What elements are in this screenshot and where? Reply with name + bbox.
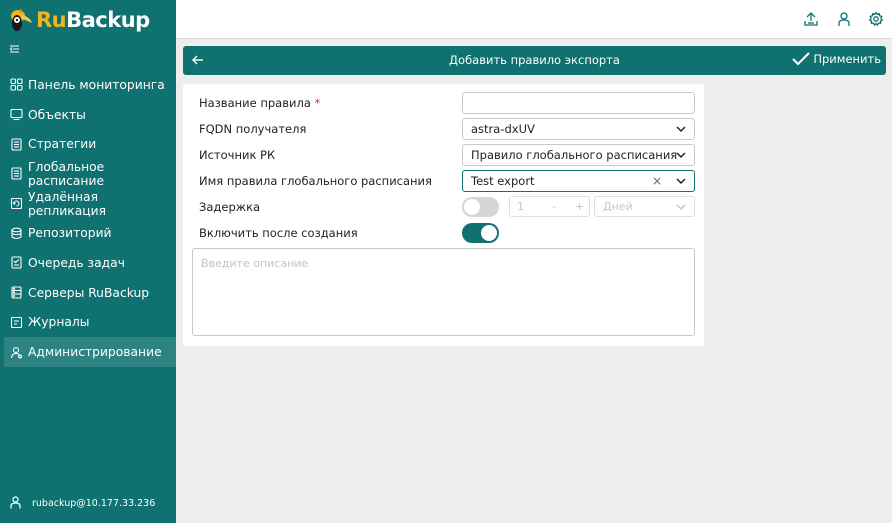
decrement-button[interactable]: -: [552, 200, 556, 213]
user-icon: [10, 496, 22, 510]
chevron-down-icon: [676, 126, 686, 133]
sidebar-item-objects[interactable]: Объекты: [0, 100, 176, 130]
description-textarea[interactable]: Введите описание: [192, 248, 695, 336]
sidebar-item-label: Репозиторий: [28, 226, 112, 241]
checkmark-icon: [792, 52, 811, 66]
document-icon: [9, 137, 23, 151]
rule-name-input[interactable]: [462, 92, 695, 114]
source-value: Правило глобального расписания: [471, 148, 678, 162]
sidebar-item-monitoring[interactable]: Панель мониторинга: [0, 70, 176, 100]
task-queue-icon: [9, 256, 23, 270]
sidebar-item-label: Удалённая репликация: [28, 189, 106, 218]
log-icon: [9, 315, 23, 329]
sidebar-item-administration[interactable]: Администрирование: [4, 337, 176, 367]
required-mark: *: [314, 96, 321, 110]
chevron-down-icon: [676, 178, 686, 185]
monitor-icon: [9, 108, 23, 122]
fqdn-value: astra-dxUV: [471, 122, 535, 136]
logo-text: RuBackup: [36, 8, 150, 32]
description-placeholder: Введите описание: [201, 257, 309, 270]
logo: RuBackup: [8, 6, 150, 34]
sidebar-item-task-queue[interactable]: Очередь задач: [0, 248, 176, 278]
page-title: Добавить правило экспорта: [449, 53, 620, 67]
delay-toggle[interactable]: [462, 197, 499, 217]
upload-icon[interactable]: [803, 11, 819, 27]
sidebar-item-label: Серверы RuBackup: [28, 285, 150, 300]
sidebar-nav: Панель мониторинга Объекты Стратегии Гло…: [0, 70, 176, 367]
source-select[interactable]: Правило глобального расписания: [462, 144, 695, 166]
settings-gear-icon[interactable]: [868, 11, 884, 27]
sidebar: RuBackup Панель мониторинга Объекты Стра…: [0, 0, 176, 523]
sidebar-item-label: Администрирование: [28, 345, 162, 360]
delay-unit-select[interactable]: Дней: [594, 196, 695, 217]
chevron-down-icon: [676, 204, 686, 211]
export-rule-form: Название правила * FQDN получателя astra…: [183, 84, 704, 346]
server-icon: [9, 286, 23, 300]
schedule-rule-label: Имя правила глобального расписания: [199, 174, 432, 188]
fqdn-label: FQDN получателя: [199, 122, 307, 136]
collapse-menu-icon[interactable]: [8, 43, 20, 55]
chevron-down-icon: [676, 152, 686, 159]
sidebar-item-global-schedule[interactable]: Глобальное расписание: [0, 159, 176, 189]
delay-stepper[interactable]: 1 - +: [509, 196, 590, 217]
toggle-knob: [481, 225, 497, 241]
delay-value: 1: [517, 200, 524, 213]
source-label: Источник РК: [199, 148, 276, 162]
apply-button[interactable]: Применить: [792, 52, 881, 66]
enable-after-toggle[interactable]: [462, 223, 499, 243]
user-profile-icon[interactable]: [836, 11, 852, 27]
delay-unit-value: Дней: [603, 200, 633, 213]
sidebar-item-label: Панель мониторинга: [28, 77, 165, 92]
sidebar-item-remote-replication[interactable]: Удалённая репликация: [0, 189, 176, 219]
document-icon: [9, 167, 23, 181]
increment-button[interactable]: +: [575, 200, 584, 213]
toggle-knob: [464, 199, 480, 215]
fqdn-select[interactable]: astra-dxUV: [462, 118, 695, 140]
rule-name-label: Название правила *: [199, 96, 321, 110]
page-header: Добавить правило экспорта Применить: [183, 46, 886, 75]
sidebar-item-label: Очередь задач: [28, 255, 125, 270]
apply-label: Применить: [813, 52, 881, 66]
sidebar-item-label: Объекты: [28, 107, 86, 122]
database-icon: [9, 226, 23, 240]
sidebar-item-label: Глобальное расписание: [28, 159, 105, 188]
delay-label: Задержка: [199, 200, 261, 214]
enable-after-label: Включить после создания: [199, 226, 358, 240]
sidebar-item-label: Стратегии: [28, 137, 97, 152]
clear-selection-icon[interactable]: ×: [652, 174, 662, 188]
current-user: rubackup@10.177.33.236: [10, 496, 155, 510]
sidebar-item-label: Журналы: [28, 315, 90, 330]
schedule-rule-value: Test export: [471, 174, 535, 188]
sidebar-item-servers[interactable]: Серверы RuBackup: [0, 278, 176, 308]
replication-icon: [9, 197, 23, 211]
toucan-logo-icon: [8, 7, 34, 33]
sidebar-item-logs[interactable]: Журналы: [0, 308, 176, 338]
dashboard-icon: [9, 78, 23, 92]
admin-user-icon: [9, 345, 23, 359]
schedule-rule-select[interactable]: Test export ×: [462, 170, 695, 192]
topbar: [176, 0, 892, 39]
sidebar-item-strategies[interactable]: Стратегии: [0, 129, 176, 159]
user-label: rubackup@10.177.33.236: [32, 497, 156, 509]
sidebar-item-repository[interactable]: Репозиторий: [0, 218, 176, 248]
